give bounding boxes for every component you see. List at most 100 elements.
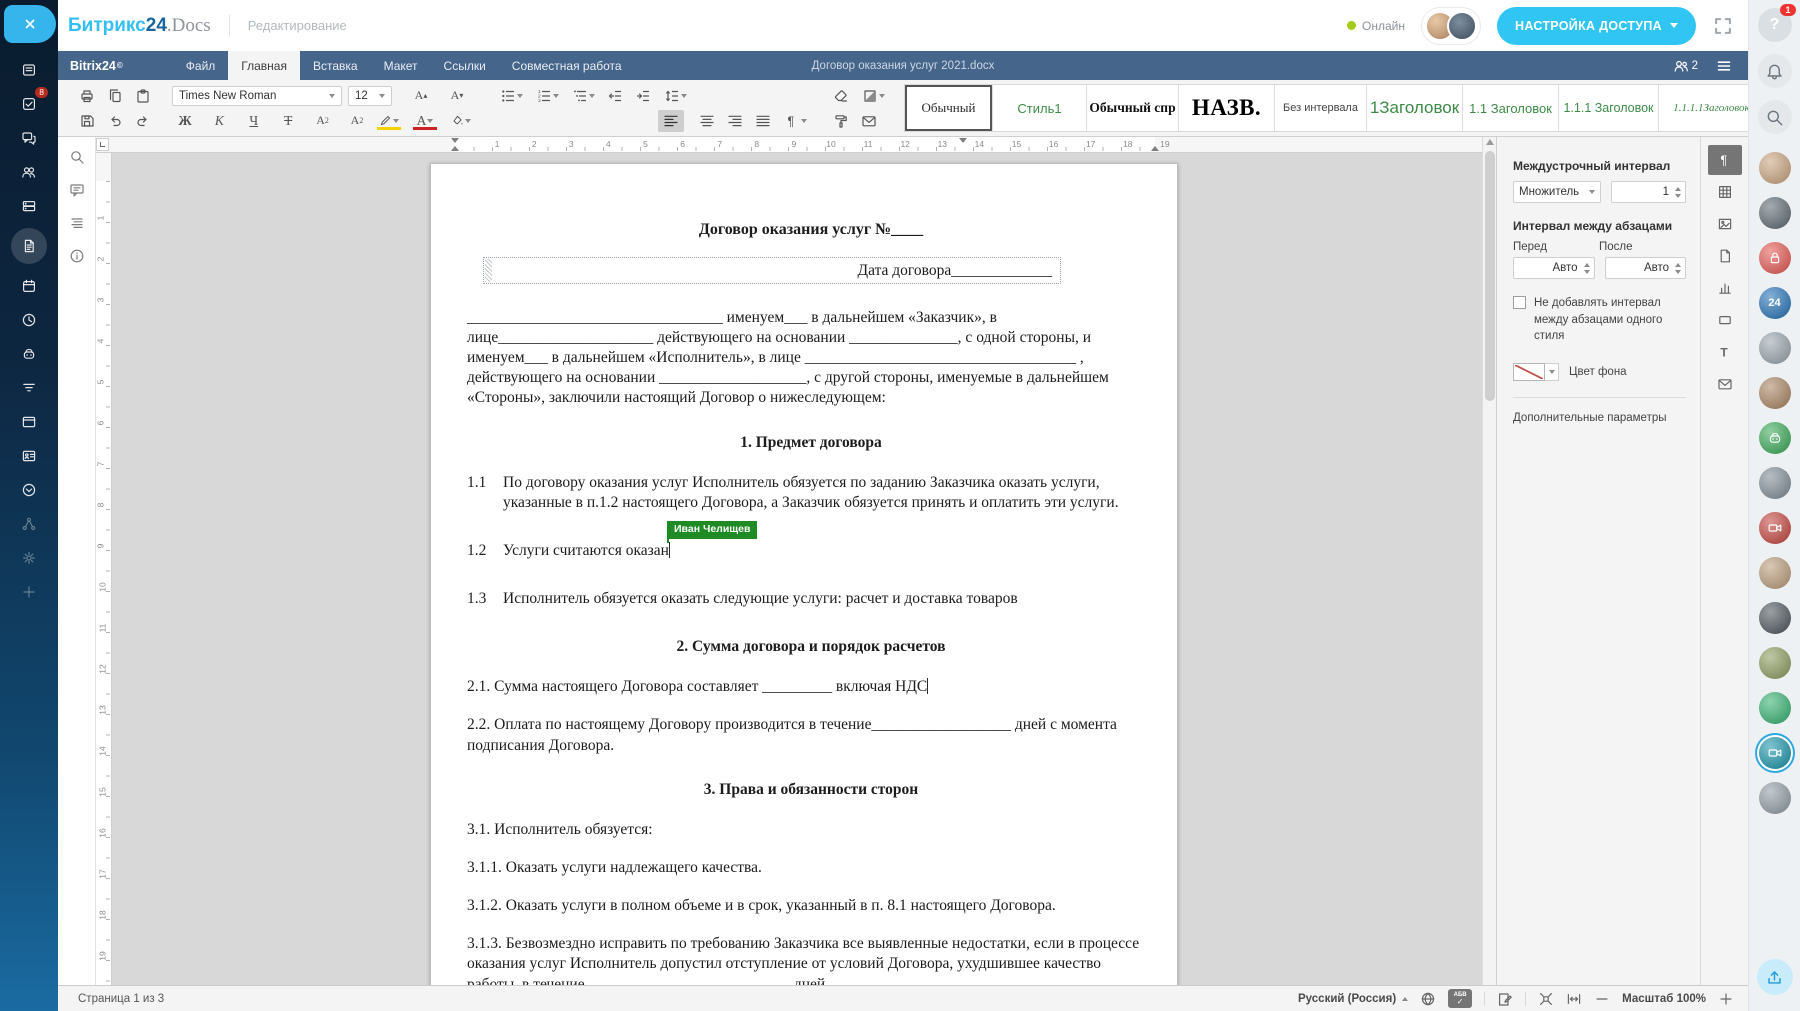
- underline-button[interactable]: Ч: [241, 110, 267, 132]
- left-indent-marker[interactable]: [451, 146, 459, 151]
- undo-button[interactable]: [102, 110, 128, 132]
- font-color-button[interactable]: A: [408, 110, 442, 132]
- spinner-up[interactable]: [1675, 187, 1681, 191]
- recent-chat-avatar-7[interactable]: [1759, 422, 1791, 454]
- clear-style-button[interactable]: [828, 85, 854, 107]
- recent-chat-avatar-13[interactable]: [1759, 692, 1791, 724]
- spinner-up[interactable]: [1584, 263, 1590, 267]
- spinner-down[interactable]: [1675, 194, 1681, 198]
- strip-comments-button[interactable]: [64, 178, 90, 202]
- sidebar-item-crm[interactable]: [12, 376, 46, 400]
- style-Стиль1[interactable]: Стиль1: [993, 85, 1087, 131]
- horizontal-ruler[interactable]: 12345678910111213141516171819: [96, 137, 1482, 153]
- subscript-button[interactable]: A2: [344, 110, 370, 132]
- fit-page-icon[interactable]: [1538, 991, 1554, 1007]
- background-color-dropdown[interactable]: [1545, 363, 1559, 381]
- bold-button[interactable]: Ж: [172, 110, 198, 132]
- set-language-icon[interactable]: [1420, 991, 1436, 1007]
- sidebar-item-feed[interactable]: [12, 58, 46, 82]
- quick-share-button[interactable]: [1757, 959, 1793, 995]
- fit-width-icon[interactable]: [1566, 991, 1582, 1007]
- close-button[interactable]: [4, 5, 56, 43]
- right-indent-marker[interactable]: [1151, 146, 1159, 151]
- recent-chat-avatar-14[interactable]: [1759, 737, 1791, 769]
- first-line-indent-marker[interactable]: [451, 138, 459, 143]
- tab-Ссылки[interactable]: Ссылки: [431, 51, 499, 80]
- sidebar-item-employees[interactable]: [12, 160, 46, 184]
- recent-chat-avatar-12[interactable]: [1759, 647, 1791, 679]
- style-Без интервала[interactable]: Без интервала: [1275, 85, 1367, 131]
- sidebar-item-marketplace[interactable]: [12, 512, 46, 536]
- active-users-button[interactable]: 2: [1673, 58, 1698, 74]
- zoom-out-button[interactable]: [1594, 991, 1610, 1007]
- increase-indent-button[interactable]: [630, 85, 656, 107]
- recent-chat-avatar-6[interactable]: [1759, 377, 1791, 409]
- collaborator-avatars[interactable]: [1421, 7, 1481, 45]
- sidebar-item-company[interactable]: [12, 444, 46, 468]
- increase-font-button[interactable]: A▴: [408, 85, 434, 107]
- justify-button[interactable]: [750, 110, 776, 132]
- background-color-swatch[interactable]: [1513, 363, 1545, 381]
- shape-settings-button[interactable]: [1708, 305, 1742, 335]
- sidebar-item-drive[interactable]: [12, 194, 46, 218]
- nonprinting-chars-button[interactable]: ¶: [778, 110, 812, 132]
- mailmerge-settings-button[interactable]: [1708, 369, 1742, 399]
- font-size-select[interactable]: 12: [348, 86, 392, 106]
- sidebar-item-time[interactable]: [12, 308, 46, 332]
- strip-navigation-button[interactable]: [64, 211, 90, 235]
- spellcheck-button[interactable]: АБВ ✓: [1448, 989, 1472, 1008]
- style-1Заголовок[interactable]: 1Заголовок: [1367, 85, 1463, 131]
- multilevel-list-button[interactable]: [566, 85, 600, 107]
- tab-Вставка[interactable]: Вставка: [300, 51, 371, 80]
- align-center-button[interactable]: [694, 110, 720, 132]
- recent-chat-avatar-11[interactable]: [1759, 602, 1791, 634]
- spacing-before-spinner[interactable]: Авто: [1513, 257, 1595, 279]
- bullet-list-button[interactable]: [494, 85, 528, 107]
- sidebar-item-settings[interactable]: [12, 546, 46, 570]
- copy-style-button[interactable]: [828, 110, 854, 132]
- tab-Файл[interactable]: Файл: [173, 51, 229, 80]
- recent-chat-avatar-10[interactable]: [1759, 557, 1791, 589]
- scrollbar-thumb[interactable]: [1485, 151, 1495, 401]
- tab-Макет[interactable]: Макет: [371, 51, 431, 80]
- numbered-list-button[interactable]: 123: [530, 85, 564, 107]
- decrease-indent-button[interactable]: [602, 85, 628, 107]
- image-settings-button[interactable]: [1708, 209, 1742, 239]
- sidebar-item-sites[interactable]: [12, 410, 46, 434]
- vertical-scrollbar[interactable]: [1482, 137, 1496, 985]
- highlight-color-button[interactable]: [372, 110, 406, 132]
- sidebar-item-calendar[interactable]: [12, 274, 46, 298]
- tab-selector[interactable]: [96, 138, 109, 151]
- chart-settings-button[interactable]: [1708, 273, 1742, 303]
- recent-chat-avatar-4[interactable]: 24: [1759, 287, 1791, 319]
- copy-button[interactable]: [102, 85, 128, 107]
- print-button[interactable]: [74, 85, 100, 107]
- paste-button[interactable]: [130, 85, 156, 107]
- strip-about-button[interactable]: [64, 244, 90, 268]
- advanced-settings-link[interactable]: Дополнительные параметры: [1513, 412, 1686, 424]
- fill-color-button[interactable]: [444, 110, 478, 132]
- tab-Главная[interactable]: Главная: [228, 51, 300, 80]
- zoom-in-button[interactable]: [1718, 991, 1734, 1007]
- strikethrough-button[interactable]: Ŧ: [275, 110, 301, 132]
- decrease-font-button[interactable]: A▾: [444, 85, 470, 107]
- paragraph-settings-button[interactable]: ¶: [1708, 145, 1742, 175]
- menu-hamburger-icon[interactable]: [1716, 58, 1732, 74]
- style-НАЗВ.[interactable]: НАЗВ.: [1179, 85, 1275, 131]
- font-name-select[interactable]: Times New Roman: [172, 86, 342, 106]
- style-1.1 Заголовок[interactable]: 1.1 Заголовок: [1463, 85, 1559, 131]
- recent-chat-avatar-2[interactable]: [1759, 197, 1791, 229]
- track-changes-icon[interactable]: [1497, 991, 1513, 1007]
- superscript-button[interactable]: A2: [310, 110, 336, 132]
- align-right-button[interactable]: [722, 110, 748, 132]
- line-spacing-button[interactable]: [658, 85, 692, 107]
- strip-search-button[interactable]: [64, 145, 90, 169]
- recent-chat-avatar-9[interactable]: [1759, 512, 1791, 544]
- notifications-button[interactable]: [1758, 54, 1792, 88]
- redo-button[interactable]: [130, 110, 156, 132]
- spinner-up[interactable]: [1675, 263, 1681, 267]
- align-left-button[interactable]: [658, 110, 684, 132]
- sidebar-item-chat[interactable]: [12, 126, 46, 150]
- sidebar-item-automation[interactable]: [12, 342, 46, 366]
- tab-stop-marker[interactable]: [959, 138, 967, 143]
